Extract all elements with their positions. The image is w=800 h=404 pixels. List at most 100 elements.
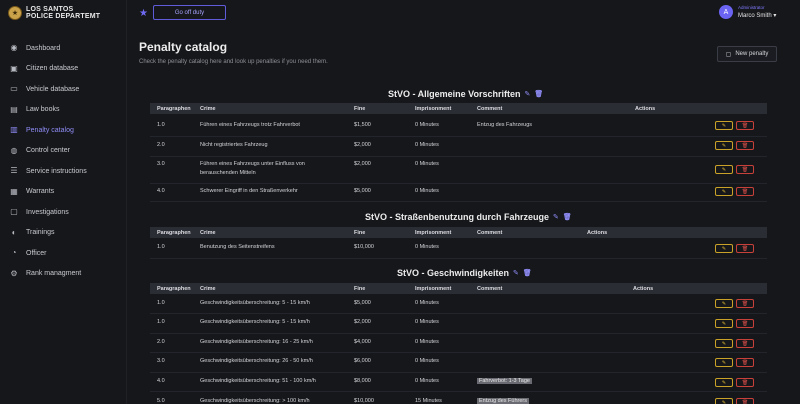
police-badge-icon: ★ [8, 6, 22, 20]
delete-button[interactable]: 🗑 [736, 398, 754, 404]
delete-icon[interactable]: 🗑 [523, 269, 532, 277]
sidebar-item-label: Officer [26, 249, 47, 257]
delete-button[interactable]: 🗑 [736, 244, 754, 253]
table-row: 2.0 Nicht registriertes Fahrzeug $2,000 … [150, 137, 767, 157]
edit-button[interactable]: ✎ [715, 299, 733, 308]
sidebar-item-label: Warrants [26, 188, 55, 196]
comment-tag: Entzug des Führers [477, 398, 529, 404]
warrant-icon: ▦ [10, 186, 18, 196]
delete-button[interactable]: 🗑 [736, 378, 754, 387]
delete-button[interactable]: 🗑 [736, 339, 754, 348]
edit-button[interactable]: ✎ [715, 187, 733, 196]
table-row: 1.0 Benutzung des Seitenstreifens $10,00… [150, 239, 767, 259]
sidebar-item-trainings[interactable]: ◐ Trainings [0, 223, 127, 244]
comment-tag: Fahrverbot: 1-3 Tage [477, 378, 532, 384]
sidebar-item-label: Trainings [26, 229, 55, 237]
page-title: Penalty catalog [139, 40, 228, 54]
sidebar-item-penalty-catalog[interactable]: ▥ Penalty catalog [0, 120, 127, 141]
sidebar-item-warrants[interactable]: ▦ Warrants [0, 182, 127, 203]
edit-button[interactable]: ✎ [715, 121, 733, 130]
sidebar-item-label: Vehicle database [26, 85, 80, 93]
table-row: 1.0 Führen eines Fahrzeugs trotz Fahrver… [150, 116, 767, 137]
topbar: ★ Go off duty A Administrator Marco Smit… [127, 0, 800, 30]
brand-line2: POLICE DEPARTEMT [26, 13, 101, 20]
training-icon: ◐ [11, 227, 17, 237]
edit-button[interactable]: ✎ [715, 339, 733, 348]
table-row: 3.0 Geschwindigkeitsüberschreitung: 26 -… [150, 353, 767, 373]
sidebar-item-investigations[interactable]: ▢ Investigations [0, 202, 127, 223]
user-role: Administrator [738, 5, 765, 10]
table-header: Paragraphen Crime Fine Imprisonment Comm… [150, 283, 767, 294]
edit-button[interactable]: ✎ [715, 378, 733, 387]
table-row: 1.0 Geschwindigkeitsüberschreitung: 5 - … [150, 314, 767, 334]
book-icon: ▤ [10, 104, 18, 114]
sidebar-item-label: Dashboard [26, 44, 61, 52]
edit-button[interactable]: ✎ [715, 358, 733, 367]
delete-button[interactable]: 🗑 [736, 319, 754, 328]
edit-icon[interactable]: ✎ [513, 269, 519, 277]
table-row: 4.0 Schwerer Eingriff in den Straßenverk… [150, 184, 767, 202]
user-menu[interactable]: A Administrator Marco Smith ▾ [719, 5, 776, 19]
monitor-icon: ▢ [10, 207, 18, 217]
sidebar-item-rank-managment[interactable]: ⚙ Rank managment [0, 264, 127, 285]
delete-button[interactable]: 🗑 [736, 187, 754, 196]
delete-button[interactable]: 🗑 [736, 299, 754, 308]
sidebar-item-label: Investigations [26, 208, 69, 216]
edit-button[interactable]: ✎ [715, 244, 733, 253]
user-icon: ◔ [11, 248, 17, 258]
sidebar-item-label: Penalty catalog [26, 126, 74, 134]
sidebar-item-service-instructions[interactable]: ☰ Service instructions [0, 161, 127, 182]
table-header: Paragraphen Crime Fine Imprisonment Comm… [150, 227, 767, 238]
table-row: 2.0 Geschwindigkeitsüberschreitung: 16 -… [150, 334, 767, 353]
edit-button[interactable]: ✎ [715, 398, 733, 404]
edit-icon[interactable]: ✎ [525, 90, 531, 98]
brand-line1: LOS SANTOS [26, 6, 74, 13]
edit-button[interactable]: ✎ [715, 141, 733, 150]
new-penalty-label: New penalty [735, 51, 769, 57]
go-off-duty-button[interactable]: Go off duty [153, 5, 226, 20]
citizen-icon: ▣ [10, 63, 18, 73]
sidebar-item-officer[interactable]: ◔ Officer [0, 243, 127, 264]
list-icon: ☰ [10, 166, 18, 176]
delete-button[interactable]: 🗑 [736, 141, 754, 150]
edit-icon[interactable]: ✎ [553, 213, 559, 221]
avatar: A [719, 5, 733, 19]
chevron-down-icon: ▾ [773, 13, 777, 19]
gear-icon: ⚙ [10, 268, 18, 278]
new-penalty-button[interactable]: ▢ New penalty [717, 46, 777, 62]
edit-button[interactable]: ✎ [715, 165, 733, 174]
table-row: 4.0 Geschwindigkeitsüberschreitung: 51 -… [150, 373, 767, 392]
section-title-strassenbenutzung: StVO - Straßenbenutzung durch Fahrzeuge … [365, 212, 572, 222]
sidebar-item-label: Rank managment [26, 270, 82, 278]
delete-button[interactable]: 🗑 [736, 358, 754, 367]
table-header: Paragraphen Crime Fine Imprisonment Comm… [150, 103, 767, 114]
table-row: 1.0 Geschwindigkeitsüberschreitung: 5 - … [150, 295, 767, 314]
section-title-geschwindigkeiten: StVO - Geschwindigkeiten ✎ 🗑 [397, 268, 532, 278]
delete-button[interactable]: 🗑 [736, 165, 754, 174]
dashboard-icon: ◉ [10, 43, 18, 53]
sidebar-item-label: Law books [26, 106, 60, 114]
delete-icon[interactable]: 🗑 [534, 90, 543, 98]
table-row: 5.0 Geschwindigkeitsüberschreitung: > 10… [150, 392, 767, 404]
table-row: 3.0 Führen eines Fahrzeugs unter Einflus… [150, 157, 767, 184]
sidebar-item-label: Service instructions [26, 167, 87, 175]
sidebar-item-label: Control center [26, 147, 70, 155]
vehicle-icon: ▭ [10, 84, 18, 94]
edit-button[interactable]: ✎ [715, 319, 733, 328]
sidebar-item-dashboard[interactable]: ◉ Dashboard [0, 38, 127, 59]
user-name: Marco Smith [738, 13, 772, 19]
page-subtitle: Check the penalty catalog here and look … [139, 59, 328, 65]
sidebar-nav: ◉ Dashboard ▣ Citizen database ▭ Vehicle da… [0, 38, 127, 284]
delete-icon[interactable]: 🗑 [563, 213, 572, 221]
sidebar-item-control-center[interactable]: ◍ Control center [0, 141, 127, 162]
document-icon: ▢ [725, 51, 732, 58]
sidebar-item-law-books[interactable]: ▤ Law books [0, 100, 127, 121]
sidebar-item-vehicle-database[interactable]: ▭ Vehicle database [0, 79, 127, 100]
star-icon[interactable]: ★ [139, 8, 148, 19]
sidebar: ★ LOS SANTOS POLICE DEPARTEMT ◉ Dashboard… [0, 0, 127, 404]
delete-button[interactable]: 🗑 [736, 121, 754, 130]
brand-logo[interactable]: ★ LOS SANTOS POLICE DEPARTEMT [8, 6, 100, 20]
sidebar-item-citizen-database[interactable]: ▣ Citizen database [0, 59, 127, 80]
section-title-allgemeine: StVO - Allgemeine Vorschriften ✎ 🗑 [388, 89, 544, 99]
catalog-icon: ▥ [10, 125, 18, 135]
